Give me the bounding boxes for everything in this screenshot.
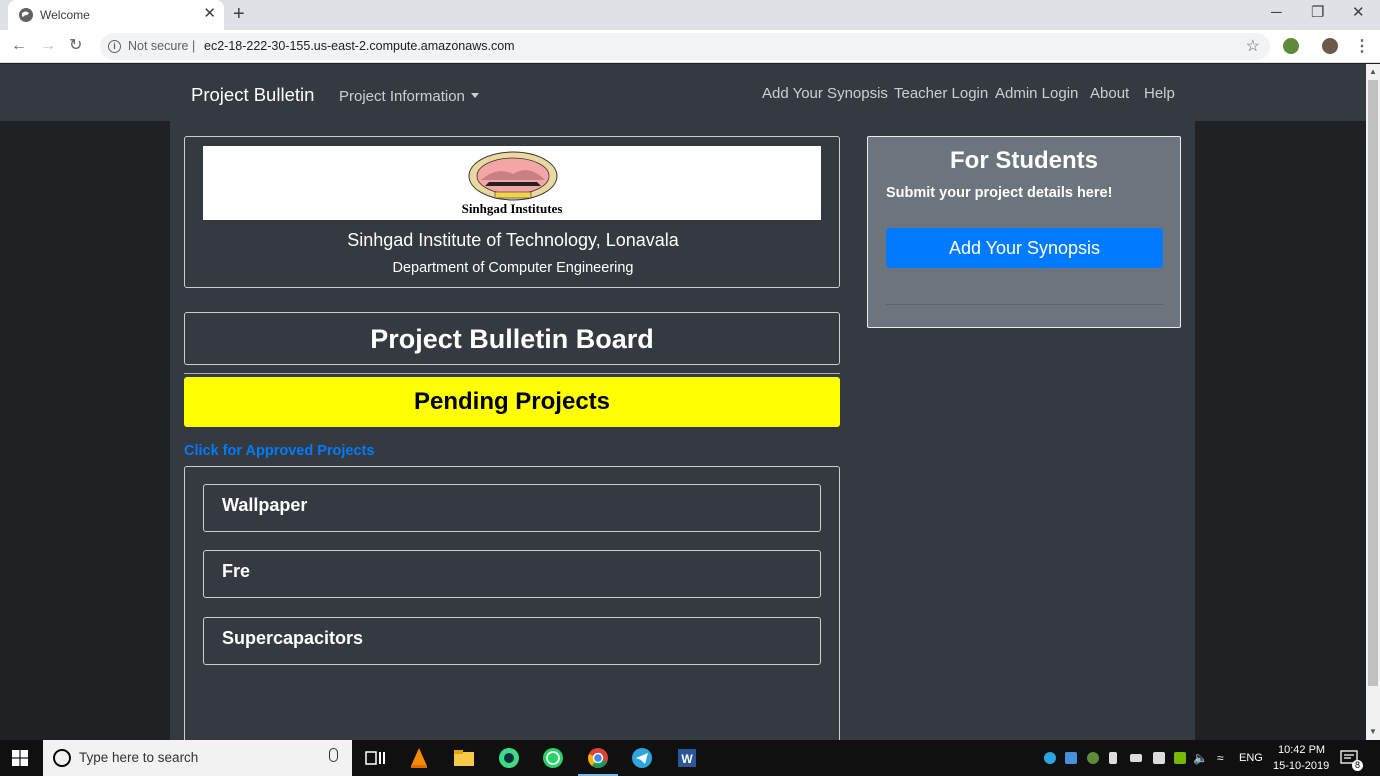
main-container: Sinhgad Institutes Sinhgad Institute of … [170,121,1195,740]
department-name: Department of Computer Engineering [392,260,634,276]
word-icon[interactable]: W [675,746,699,770]
project-title: Supercapacitors [222,628,364,648]
tray-extension-icon[interactable] [1087,752,1099,764]
browser-toolbar: ← → ↻ i Not secure | ec2-18-222-30-155.u… [0,30,1380,63]
microphone-icon[interactable] [329,748,338,762]
search-placeholder: Type here to search [79,750,199,765]
profile-avatar[interactable] [1322,38,1338,54]
page-scrollbar[interactable]: ▲ ▼ [1366,64,1380,740]
caret-down-icon [470,93,479,98]
logo-banner: Sinhgad Institutes [203,146,821,220]
wifi-icon[interactable]: ≈ [1217,751,1224,765]
web-page: Project Bulletin Project Information Add… [0,64,1366,740]
address-bar[interactable]: i Not secure | ec2-18-222-30-155.us-east… [100,33,1270,60]
institute-name: Sinhgad Institute of Technology, Lonaval… [347,230,679,250]
students-card: For Students Submit your project details… [867,136,1181,328]
security-shield-icon[interactable] [1153,752,1165,764]
info-icon[interactable]: i [108,40,121,53]
logo-text: Sinhgad Institutes [461,201,563,216]
whatsapp-icon[interactable] [541,746,565,770]
android-studio-icon[interactable] [497,746,521,770]
security-label: Not secure | [128,39,196,53]
navbar-brand[interactable]: Project Bulletin [191,84,314,106]
file-explorer-icon[interactable] [452,746,476,770]
new-tab-icon[interactable]: + [233,3,245,25]
approved-projects-link[interactable]: Click for Approved Projects [184,443,374,459]
vlc-icon[interactable] [407,746,431,770]
students-card-title: For Students [950,147,1098,174]
window-close-icon[interactable]: ✕ [1352,3,1365,23]
cortana-icon [53,749,71,767]
project-item[interactable]: Supercapacitors [203,617,821,665]
telegram-icon[interactable] [630,746,654,770]
tray-app-icon[interactable] [1065,752,1077,764]
extension-icon[interactable] [1283,38,1299,54]
nav-about[interactable]: About [1090,85,1129,102]
usb-icon[interactable] [1109,752,1117,764]
tab-title: Welcome [40,8,90,22]
taskbar-search[interactable]: Type here to search [43,740,352,776]
bulletin-board-title: Project Bulletin Board [184,312,840,365]
divider [886,304,1163,305]
reload-icon[interactable]: ↻ [69,36,82,56]
clock-time[interactable]: 10:42 PM [1278,744,1325,756]
project-information-dropdown[interactable]: Project Information [339,88,479,105]
back-icon[interactable]: ← [11,36,27,56]
divider [184,373,840,374]
browser-menu-icon[interactable]: ⋮ [1354,36,1370,56]
svg-text:W: W [681,752,693,766]
add-synopsis-button[interactable]: Add Your Synopsis [886,228,1163,268]
bookmark-star-icon[interactable]: ☆ [1246,36,1260,56]
project-title: Wallpaper [222,495,308,515]
clock-date[interactable]: 15-10-2019 [1273,760,1329,772]
nav-add-synopsis[interactable]: Add Your Synopsis [762,85,888,102]
url-text[interactable]: ec2-18-222-30-155.us-east-2.compute.amaz… [204,39,515,53]
browser-tab[interactable]: Welcome ✕ [8,0,224,30]
project-title: Fre [222,561,251,581]
browser-tabstrip: Welcome ✕ + ─ ❐ ✕ [0,0,1380,30]
chrome-icon[interactable] [586,746,610,770]
volume-icon[interactable]: 🔈 [1193,751,1208,765]
forward-icon[interactable]: → [40,36,56,56]
nav-help[interactable]: Help [1144,85,1175,102]
scroll-down-icon[interactable]: ▼ [1369,727,1377,736]
students-card-subtitle: Submit your project details here! [886,185,1113,201]
nvidia-icon[interactable] [1174,752,1186,764]
nav-admin-login[interactable]: Admin Login [995,85,1078,102]
globe-icon [19,8,33,22]
windows-taskbar: Type here to search W 🔈 ≈ ENG 10:42 PM 1… [0,740,1380,776]
site-navbar: Project Bulletin Project Information Add… [0,64,1366,121]
projects-list: Wallpaper Fre Supercapacitors [184,466,840,740]
close-tab-icon[interactable]: ✕ [203,5,216,23]
scrollbar-thumb[interactable] [1368,80,1378,686]
project-item[interactable]: Fre [203,550,821,598]
pending-projects-banner: Pending Projects [184,377,840,427]
minimize-icon[interactable]: ─ [1271,3,1282,23]
language-indicator[interactable]: ENG [1239,752,1263,764]
keyboard-icon[interactable] [1130,754,1142,762]
scroll-up-icon[interactable]: ▲ [1369,67,1377,76]
windows-start-icon[interactable] [12,750,28,766]
task-view-icon[interactable] [363,746,387,770]
project-item[interactable]: Wallpaper [203,484,821,532]
nav-teacher-login[interactable]: Teacher Login [894,85,988,102]
notification-count-badge: 8 [1352,760,1363,771]
institute-card: Sinhgad Institutes Sinhgad Institute of … [184,136,840,288]
restore-icon[interactable]: ❐ [1311,3,1324,23]
telegram-tray-icon[interactable] [1044,752,1056,764]
